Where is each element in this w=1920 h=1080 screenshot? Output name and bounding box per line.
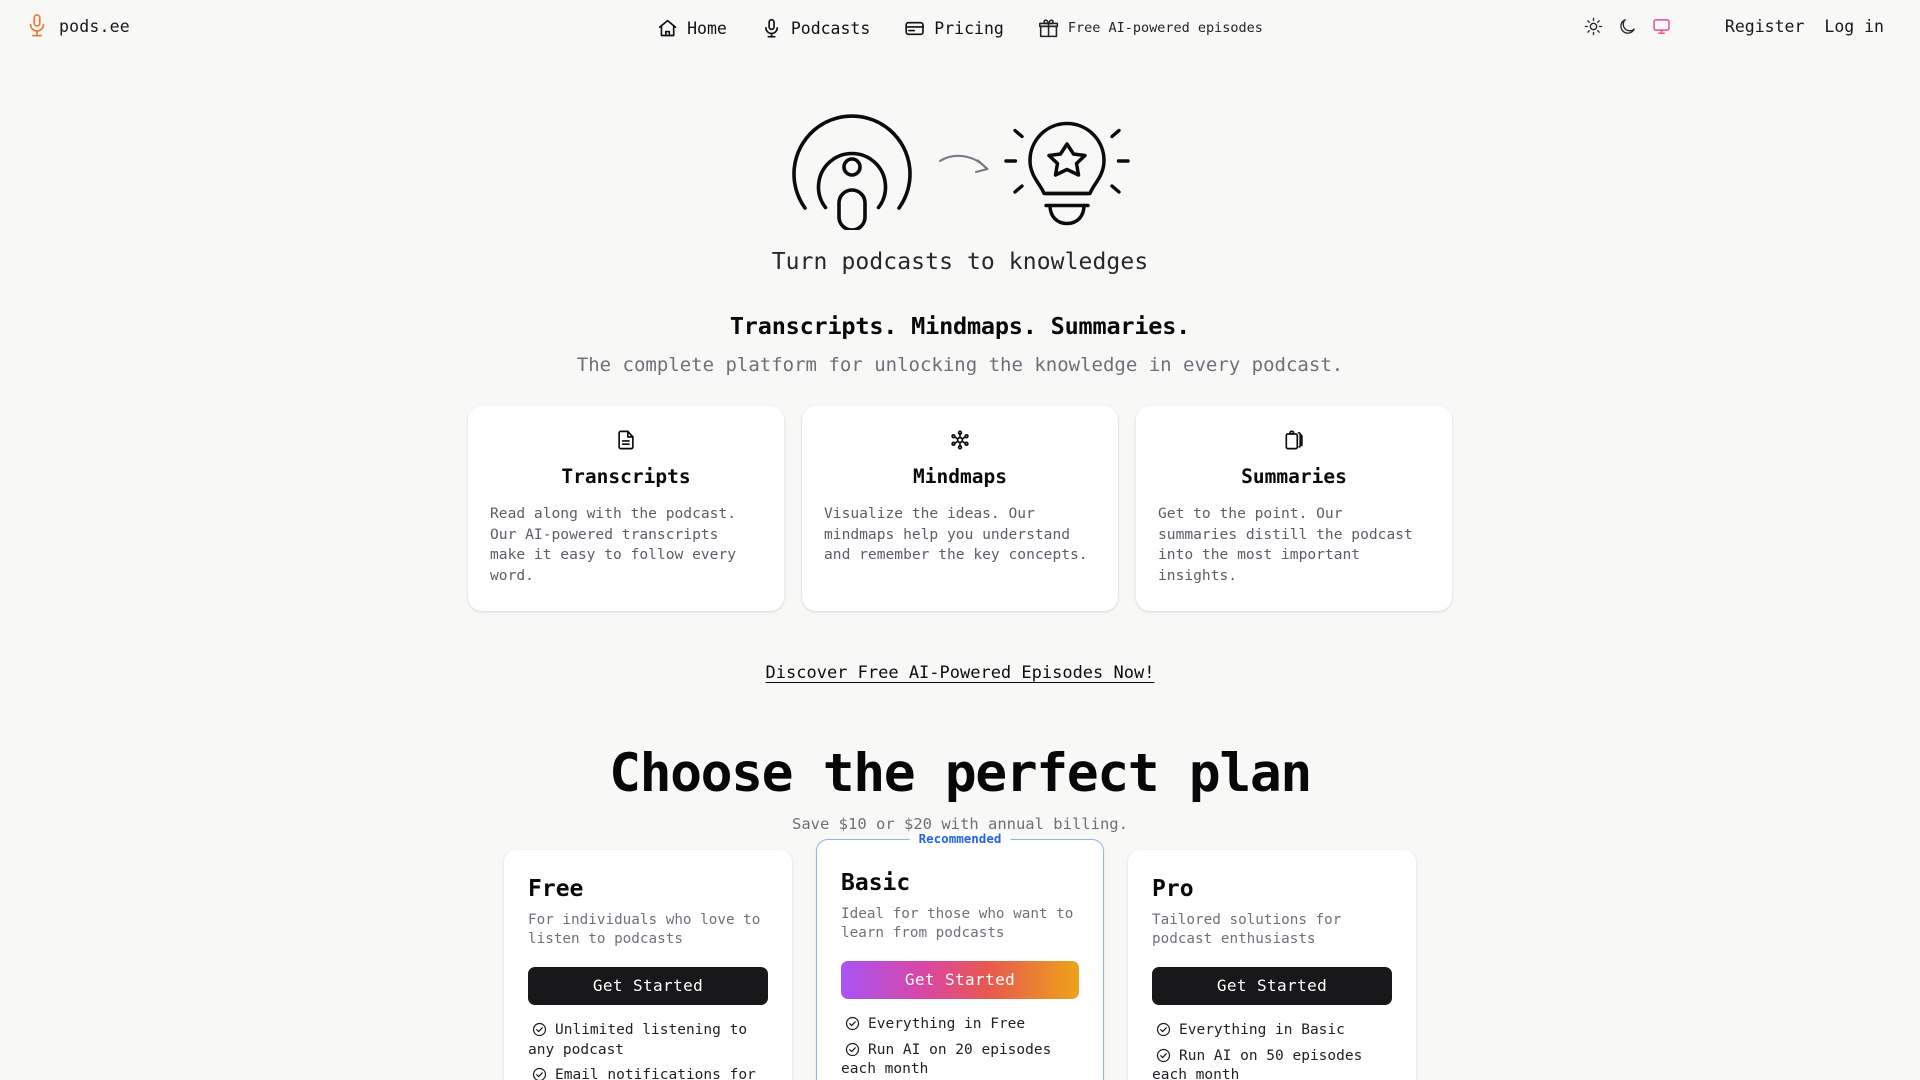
plan-features: Everything in Free Run AI on 20 episodes… — [841, 1015, 1079, 1080]
pricing-section: Choose the perfect plan Save $10 or $20 … — [0, 743, 1920, 1080]
plan-feature-item: Run AI on 50 episodes each month — [1152, 1047, 1392, 1080]
nav-item-label: Free AI-powered episodes — [1067, 20, 1263, 36]
plan-feature-item: Email notifications for new episodes — [528, 1066, 768, 1080]
plan-features: Unlimited listening to any podcast Email… — [528, 1021, 768, 1080]
brand-name: pods.ee — [59, 16, 130, 36]
top-navigation-bar: pods.ee Home Podcasts Pricing Free AI-po… — [0, 0, 1920, 52]
lightbulb-rays-icon — [1004, 128, 1130, 194]
plan-name: Basic — [841, 869, 911, 896]
hero-subtitle: The complete platform for unlocking the … — [576, 354, 1344, 376]
plan-feature-label: Unlimited listening to any podcast — [528, 1021, 748, 1058]
plan-features: Everything in Basic Run AI on 50 episode… — [1152, 1021, 1392, 1080]
feature-title: Mindmaps — [913, 465, 1007, 488]
pricing-plans: Free For individuals who love to listen … — [0, 830, 1920, 1080]
nav-links: Home Podcasts Pricing Free AI-powered ep… — [657, 0, 1263, 52]
lightbulb-star-icon — [1028, 121, 1106, 226]
discover-link-wrap: Discover Free AI-Powered Episodes Now! — [0, 663, 1920, 683]
hero-illustration — [770, 104, 1150, 230]
plan-description: Ideal for those who want to learn from p… — [841, 905, 1074, 942]
feature-title: Transcripts — [561, 465, 691, 488]
plan-name: Pro — [1152, 875, 1194, 902]
get-started-button-basic[interactable]: Get Started — [841, 960, 1079, 999]
mindmap-nodes-icon — [824, 428, 1096, 452]
plan-name: Free — [528, 875, 584, 902]
get-started-button-pro[interactable]: Get Started — [1152, 966, 1392, 1005]
check-circle-icon — [532, 1067, 547, 1080]
plan-feature-item: Unlimited listening to any podcast — [528, 1021, 768, 1061]
credit-card-icon — [904, 18, 925, 39]
feature-title: Summaries — [1241, 465, 1347, 488]
nav-item-label: Pricing — [934, 18, 1004, 38]
check-circle-icon — [532, 1022, 547, 1037]
nav-right-controls: Register Log in — [1577, 9, 1894, 43]
plan-feature-item: Run AI on 20 episodes each month — [841, 1041, 1079, 1080]
check-circle-icon — [845, 1042, 860, 1057]
feature-desc: Get to the point. Our summaries distill … — [1158, 505, 1413, 585]
nav-item-home[interactable]: Home — [657, 14, 727, 39]
hero-title: Transcripts. Mindmaps. Summaries. — [729, 312, 1191, 340]
clipboard-icon — [1158, 428, 1430, 452]
theme-system-button[interactable] — [1645, 9, 1679, 43]
register-link[interactable]: Register — [1715, 13, 1814, 40]
gift-icon — [1038, 18, 1059, 39]
hero-tagline: Turn podcasts to knowledges — [771, 249, 1149, 275]
feature-desc: Visualize the ideas. Our mindmaps help y… — [824, 505, 1088, 564]
plan-card-free: Free For individuals who love to listen … — [504, 849, 792, 1080]
plan-feature-label: Everything in Basic — [1179, 1021, 1345, 1038]
nav-item-label: Home — [687, 18, 727, 38]
brand-logo[interactable]: pods.ee — [26, 13, 130, 39]
plan-description: Tailored solutions for podcast enthusias… — [1152, 911, 1342, 948]
plan-feature-label: Everything in Free — [868, 1015, 1026, 1032]
pricing-title: Choose the perfect plan — [609, 742, 1312, 804]
feature-desc: Read along with the podcast. Our AI-powe… — [490, 505, 737, 585]
plan-feature-item: Everything in Basic — [1152, 1021, 1392, 1041]
theme-dark-button[interactable] — [1611, 9, 1645, 43]
hero-section: Turn podcasts to knowledges Transcripts.… — [0, 52, 1920, 1080]
get-started-button-free[interactable]: Get Started — [528, 966, 768, 1005]
feature-card-summaries: Summaries Get to the point. Our summarie… — [1136, 406, 1452, 611]
feature-cards: Transcripts Read along with the podcast.… — [0, 406, 1920, 611]
home-icon — [657, 18, 678, 39]
check-circle-icon — [1156, 1022, 1171, 1037]
discover-episodes-link[interactable]: Discover Free AI-Powered Episodes Now! — [766, 663, 1155, 683]
curved-arrow-icon — [938, 154, 989, 174]
nav-item-label: Podcasts — [790, 18, 871, 38]
plan-card-pro: Pro Tailored solutions for podcast enthu… — [1128, 849, 1416, 1080]
plan-feature-item: Everything in Free — [841, 1015, 1079, 1035]
plan-feature-label: Run AI on 50 episodes each month — [1152, 1047, 1363, 1080]
login-link[interactable]: Log in — [1814, 13, 1894, 40]
plan-card-basic: Recommended Basic Ideal for those who wa… — [816, 830, 1104, 1080]
nav-item-free-episodes[interactable]: Free AI-powered episodes — [1038, 14, 1263, 39]
sun-icon — [1584, 17, 1603, 36]
podcast-signal-icon — [792, 114, 912, 230]
theme-light-button[interactable] — [1577, 9, 1611, 43]
document-icon — [490, 428, 762, 452]
microphone-icon — [26, 13, 48, 39]
feature-card-mindmaps: Mindmaps Visualize the ideas. Our mindma… — [802, 406, 1118, 611]
plan-description: For individuals who love to listen to po… — [528, 911, 761, 948]
nav-item-pricing[interactable]: Pricing — [904, 14, 1004, 39]
recommended-badge: Recommended — [909, 830, 1011, 846]
plan-feature-label: Run AI on 20 episodes each month — [841, 1041, 1052, 1078]
check-circle-icon — [845, 1016, 860, 1031]
check-circle-icon — [1156, 1048, 1171, 1063]
plan-feature-label: Email notifications for new episodes — [555, 1067, 756, 1080]
nav-item-podcasts[interactable]: Podcasts — [761, 14, 870, 39]
moon-icon — [1618, 17, 1637, 36]
microphone-icon — [761, 18, 782, 39]
feature-card-transcripts: Transcripts Read along with the podcast.… — [468, 406, 784, 611]
monitor-icon — [1652, 17, 1671, 36]
